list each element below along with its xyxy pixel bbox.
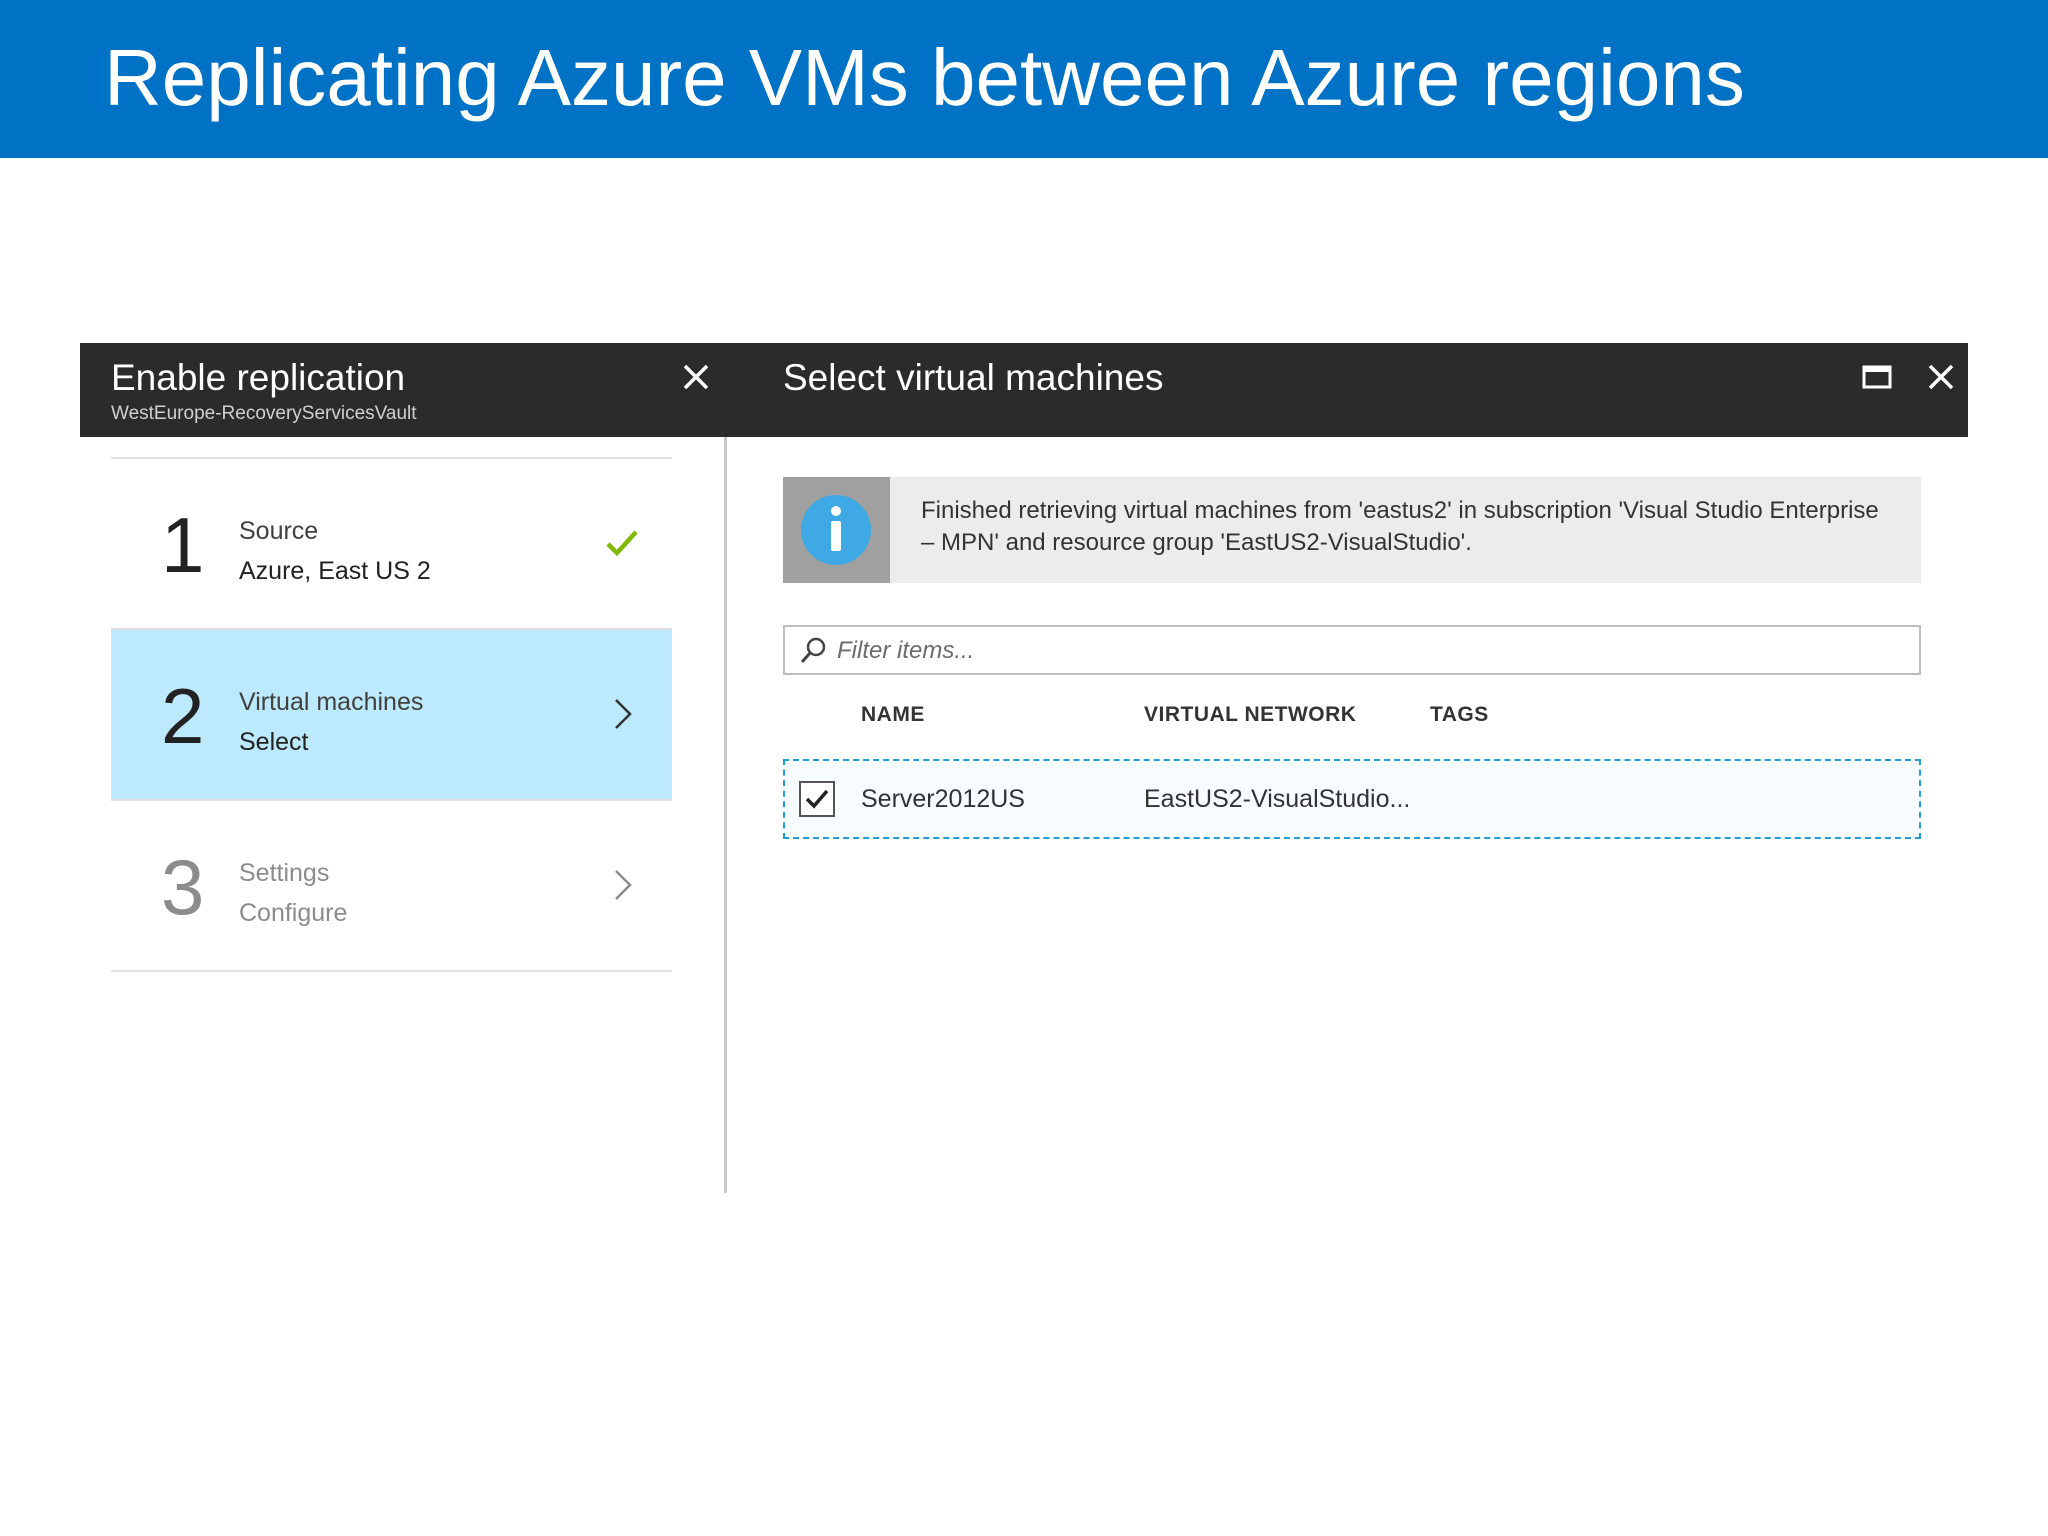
checkmark-icon: [602, 523, 642, 563]
table-row[interactable]: Server2012US EastUS2-VisualStudio...: [783, 759, 1921, 839]
info-icon-box: [783, 477, 890, 583]
step-value: Select: [239, 728, 309, 756]
slide-title: Replicating Azure VMs between Azure regi…: [104, 33, 1745, 122]
info-icon: [801, 495, 871, 565]
step-value: Azure, East US 2: [239, 557, 431, 585]
step-label: Settings: [239, 859, 330, 887]
maximize-icon[interactable]: [1857, 357, 1897, 397]
blade-header: Enable replication WestEurope-RecoverySe…: [80, 343, 727, 437]
checkmark-icon: [805, 789, 829, 809]
column-header-virtual-network[interactable]: VIRTUAL NETWORK: [1144, 703, 1356, 727]
step-label: Source: [239, 517, 319, 545]
select-virtual-machines-blade: Select virtual machines Finished retriev…: [727, 343, 1968, 1193]
step-label: Virtual machines: [239, 688, 424, 716]
close-icon[interactable]: [1921, 357, 1961, 397]
vm-name-cell: Server2012US: [861, 785, 1025, 813]
virtual-network-cell: EastUS2-VisualStudio...: [1144, 785, 1411, 813]
blade-subtitle: WestEurope-RecoveryServicesVault: [111, 403, 417, 424]
blade-title: Enable replication: [111, 357, 406, 398]
step-virtual-machines[interactable]: 2 Virtual machines Select: [111, 630, 672, 801]
step-number: 3: [161, 843, 205, 931]
slide-title-band: Replicating Azure VMs between Azure regi…: [0, 0, 2048, 158]
enable-replication-blade: Enable replication WestEurope-RecoverySe…: [80, 343, 727, 1193]
chevron-right-icon: [602, 865, 642, 905]
filter-input[interactable]: [837, 633, 1907, 669]
info-message: Finished retrieving virtual machines fro…: [921, 497, 1879, 556]
row-checkbox[interactable]: [799, 781, 835, 817]
wizard-steps: 1 Source Azure, East US 2 2 Virtual mach…: [111, 457, 672, 972]
step-number: 2: [161, 672, 205, 760]
chevron-right-icon: [602, 694, 642, 734]
close-icon[interactable]: [676, 357, 716, 397]
blade-title: Select virtual machines: [783, 357, 1164, 398]
info-message-bar: Finished retrieving virtual machines fro…: [783, 477, 1921, 583]
blade-header: Select virtual machines: [727, 343, 1968, 437]
step-settings[interactable]: 3 Settings Configure: [111, 801, 672, 972]
search-icon: [800, 637, 826, 663]
column-header-tags[interactable]: TAGS: [1430, 703, 1489, 727]
filter-box: [783, 625, 1921, 675]
step-source[interactable]: 1 Source Azure, East US 2: [111, 459, 672, 630]
step-value: Configure: [239, 899, 348, 927]
step-number: 1: [161, 501, 205, 589]
column-header-name[interactable]: NAME: [861, 703, 925, 727]
